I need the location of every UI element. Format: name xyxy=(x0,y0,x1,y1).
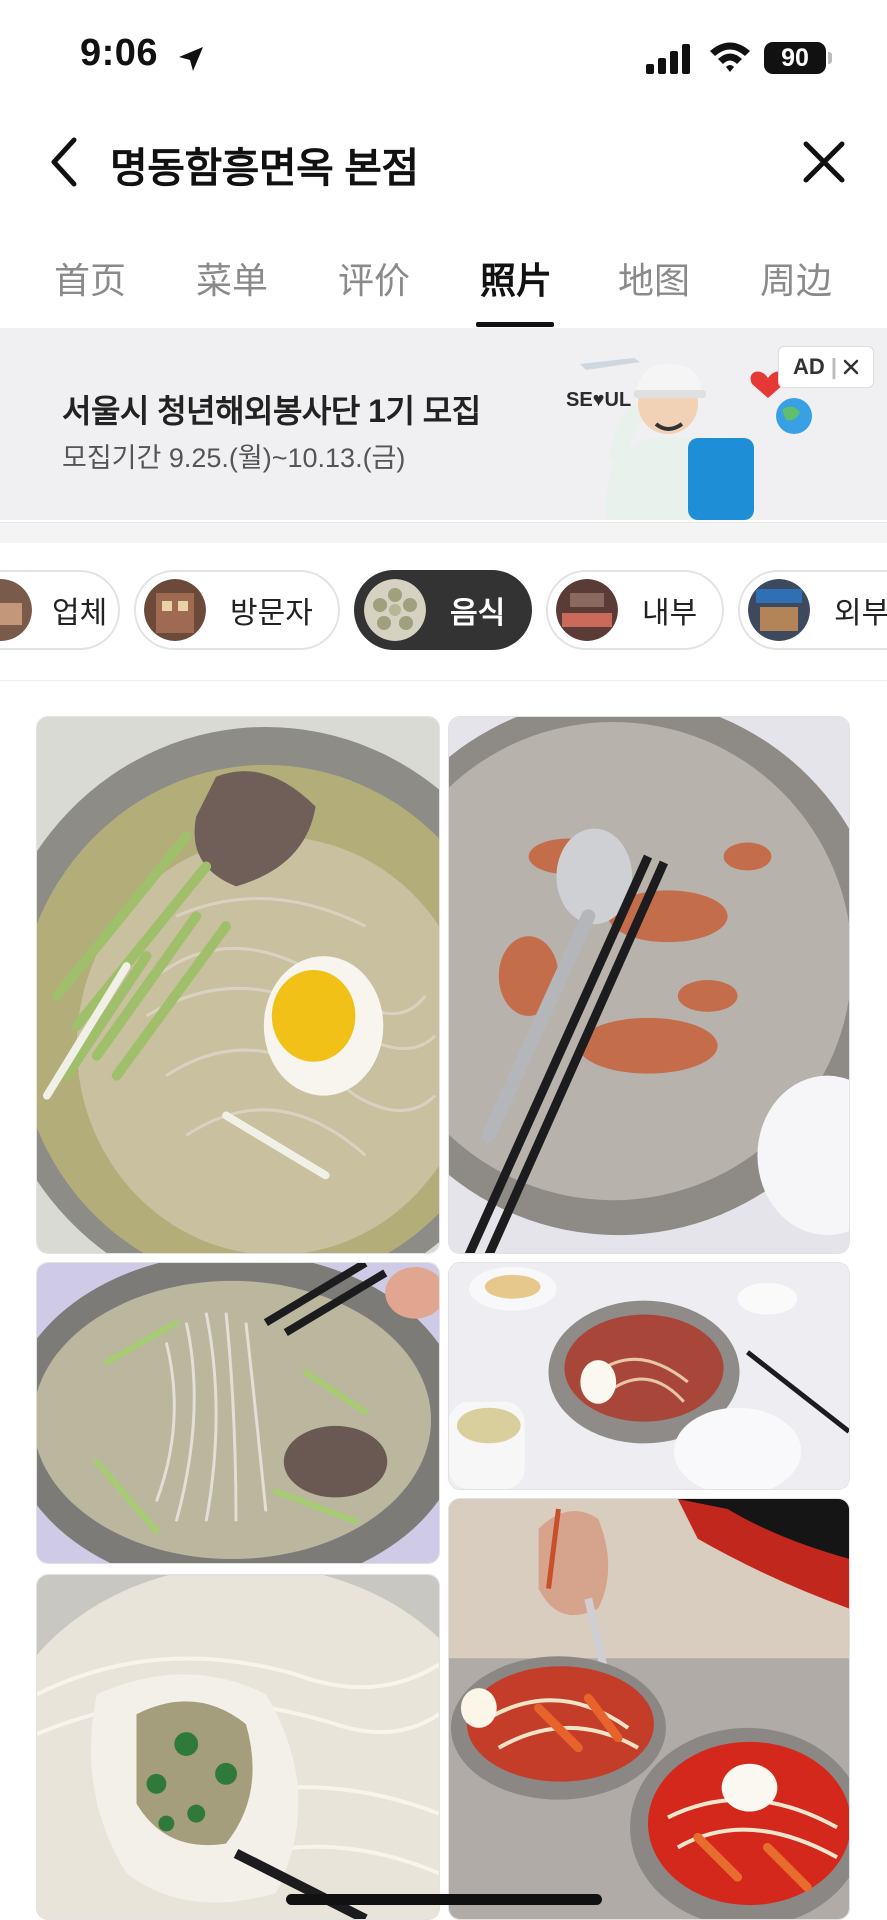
status-time: 9:06 xyxy=(80,32,159,74)
ad-close-icon[interactable] xyxy=(843,359,859,375)
photo-item[interactable] xyxy=(36,716,440,1254)
tab-reviews[interactable]: 评价 xyxy=(338,252,410,304)
chip-label: 업체 xyxy=(52,597,108,630)
chip-visitor-thumbnail xyxy=(144,579,206,641)
photo-item[interactable] xyxy=(448,1498,850,1920)
wifi-icon xyxy=(710,42,750,72)
cellular-signal-icon xyxy=(646,44,690,74)
photo-filter-chips: 업체 방문자 음식 내부 외부 xyxy=(0,560,887,660)
ad-badge[interactable]: AD | xyxy=(778,346,874,388)
chip-food-thumbnail xyxy=(364,579,426,641)
ad-label: AD xyxy=(793,354,825,379)
chip-label: 음식 xyxy=(450,597,506,630)
tab-active-indicator xyxy=(476,322,554,327)
chip-exterior[interactable]: 외부 xyxy=(738,570,887,650)
tab-nearby[interactable]: 周边 xyxy=(760,252,832,304)
photo-spicy-noodle-bowls xyxy=(449,1499,849,1919)
battery-cap xyxy=(828,52,832,64)
close-icon[interactable] xyxy=(802,140,846,184)
photo-mul-naengmyeon xyxy=(37,717,439,1253)
photo-lifted-noodles xyxy=(37,1263,439,1563)
chip-food[interactable]: 음식 xyxy=(354,570,532,650)
photo-bibim-naengmyeon xyxy=(449,1263,849,1489)
chip-label: 방문자 xyxy=(230,597,313,630)
photo-item[interactable] xyxy=(36,1262,440,1564)
tab-photos[interactable]: 照片 xyxy=(480,252,552,304)
chip-business-thumbnail xyxy=(0,579,32,641)
back-chevron-icon[interactable] xyxy=(44,132,84,192)
photo-dumpling-noodles xyxy=(37,1575,439,1919)
photo-item[interactable] xyxy=(448,716,850,1254)
battery-level: 90 xyxy=(781,43,809,72)
battery-indicator: 90 xyxy=(764,42,826,74)
chips-divider xyxy=(0,680,887,681)
ad-subtitle: 모집기간 9.25.(월)~10.13.(금) xyxy=(62,443,406,473)
ad-badge-separator: | xyxy=(830,354,837,379)
section-divider xyxy=(0,522,887,543)
tab-bar: 首页 菜单 评价 照片 地图 周边 xyxy=(0,240,887,330)
location-arrow-icon xyxy=(179,47,203,71)
photo-item[interactable] xyxy=(36,1574,440,1920)
seoul-logo: SE♥UL xyxy=(566,389,631,411)
chip-exterior-thumbnail xyxy=(748,579,810,641)
status-bar: 9:06 90 xyxy=(0,0,887,118)
ad-title: 서울시 청년해외봉사단 1기 모집 xyxy=(62,393,481,429)
chip-business[interactable]: 업체 xyxy=(0,570,120,650)
home-indicator[interactable] xyxy=(286,1894,602,1905)
photo-empty-bowl xyxy=(449,717,849,1253)
chip-interior-thumbnail xyxy=(556,579,618,641)
page-title: 명동함흥면옥 본점 xyxy=(110,145,419,191)
tab-map[interactable]: 地图 xyxy=(618,252,690,304)
chip-interior[interactable]: 내부 xyxy=(546,570,724,650)
tab-home[interactable]: 首页 xyxy=(54,252,126,304)
chip-label: 외부 xyxy=(834,597,887,630)
chip-label: 내부 xyxy=(642,597,698,630)
tab-menu[interactable]: 菜单 xyxy=(196,252,268,304)
photo-item[interactable] xyxy=(448,1262,850,1490)
chip-visitor[interactable]: 방문자 xyxy=(134,570,340,650)
ad-banner[interactable]: 서울시 청년해외봉사단 1기 모집 모집기간 9.25.(월)~10.13.(금… xyxy=(0,328,887,520)
